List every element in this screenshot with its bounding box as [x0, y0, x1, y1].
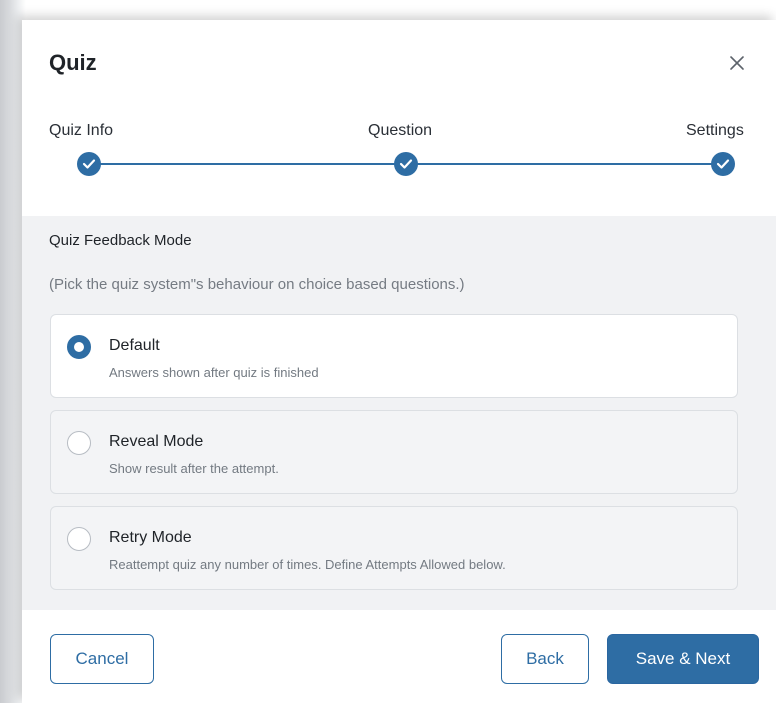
option-description: Show result after the attempt.: [109, 461, 279, 476]
option-reveal-mode[interactable]: Reveal Mode Show result after the attemp…: [50, 410, 738, 494]
check-icon: [716, 159, 730, 169]
dialog-title: Quiz: [49, 50, 97, 75]
radio-retry-mode[interactable]: [67, 527, 91, 551]
section-title: Quiz Feedback Mode: [49, 232, 192, 249]
radio-default[interactable]: [67, 335, 91, 359]
step-settings[interactable]: [711, 152, 735, 176]
option-title: Default: [109, 337, 160, 354]
feedback-mode-panel: Quiz Feedback Mode (Pick the quiz system…: [22, 216, 776, 610]
quiz-dialog: Quiz Quiz Info Question Settings Quiz Fe…: [22, 20, 776, 703]
option-retry-mode[interactable]: Retry Mode Reattempt quiz any number of …: [50, 506, 738, 590]
back-button[interactable]: Back: [501, 634, 589, 684]
step-label-settings: Settings: [686, 122, 744, 139]
window-frame: Quiz Quiz Info Question Settings Quiz Fe…: [0, 0, 776, 703]
step-question[interactable]: [394, 152, 418, 176]
option-title: Retry Mode: [109, 529, 192, 546]
save-next-button[interactable]: Save & Next: [607, 634, 759, 684]
option-description: Answers shown after quiz is finished: [109, 365, 319, 380]
option-title: Reveal Mode: [109, 433, 204, 450]
close-icon[interactable]: [724, 50, 750, 76]
step-label-question: Question: [368, 122, 433, 139]
dialog-header: Quiz Quiz Info Question Settings: [22, 20, 776, 216]
section-hint: (Pick the quiz system"s behaviour on cho…: [49, 276, 465, 293]
check-icon: [399, 159, 413, 169]
step-quiz-info[interactable]: [77, 152, 101, 176]
cancel-button[interactable]: Cancel: [50, 634, 154, 684]
radio-reveal-mode[interactable]: [67, 431, 91, 455]
option-default[interactable]: Default Answers shown after quiz is fini…: [50, 314, 738, 398]
check-icon: [82, 159, 96, 169]
dialog-footer: Cancel Back Save & Next: [22, 610, 776, 703]
step-label-quiz-info: Quiz Info: [49, 122, 114, 139]
option-description: Reattempt quiz any number of times. Defi…: [109, 557, 506, 572]
